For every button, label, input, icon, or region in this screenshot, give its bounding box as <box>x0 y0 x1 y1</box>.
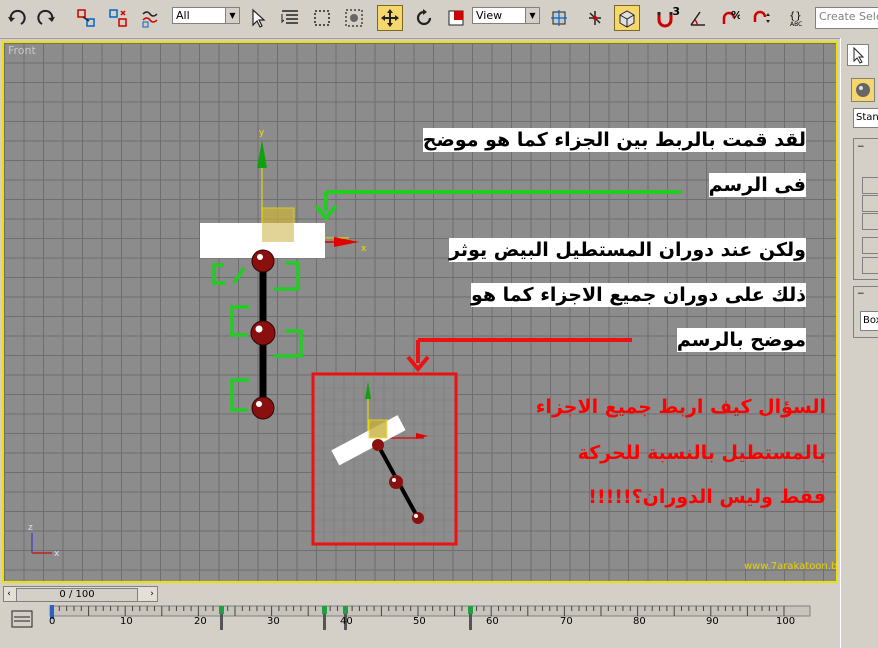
track-bar[interactable]: 0 10 20 30 40 50 60 70 80 90 100 <box>0 605 840 648</box>
selection-filter-dropdown[interactable]: All ▼ <box>172 7 240 24</box>
joint-top <box>251 249 275 273</box>
chevron-left-icon[interactable]: ‹ <box>4 587 14 601</box>
question-line-3: فقط وليس الدوران؟!!!!! <box>588 486 826 508</box>
redo-icon[interactable] <box>33 5 59 31</box>
tick-label-20: 20 <box>194 616 207 627</box>
gizmo-axis-y-label: y <box>259 128 265 138</box>
object-name-field[interactable]: Box <box>860 311 878 331</box>
chevron-down-icon: ▼ <box>525 8 539 23</box>
object-button[interactable] <box>862 237 878 254</box>
tick-label-70: 70 <box>560 616 573 627</box>
undo-icon[interactable] <box>4 5 30 31</box>
object-type-dropdown[interactable]: Stan <box>853 108 878 128</box>
blog-watermark: www.7arakatoon.blo <box>744 561 838 572</box>
named-selection-placeholder: Create Selec <box>819 10 878 23</box>
joint-middle <box>250 320 276 346</box>
front-viewport[interactable]: Front y x z x لقد قمت بالربط بين الجزاء … <box>2 41 838 583</box>
question-line-2: بالمستطيل بالنسبة للحركة <box>577 442 826 464</box>
object-button[interactable] <box>862 195 878 212</box>
red-pointer-arrow <box>406 338 632 373</box>
spinner-snap-toggle-icon[interactable] <box>749 5 775 31</box>
rectangular-selection-icon[interactable] <box>309 5 335 31</box>
world-axis-z-label: z <box>28 523 33 533</box>
inset-rotated-example <box>311 372 458 546</box>
bind-to-space-warp-icon[interactable] <box>137 5 163 31</box>
annotation-line-5: موضح بالرسم <box>676 328 806 352</box>
command-panel: Stan − − Box <box>840 38 878 648</box>
select-and-rotate-icon[interactable] <box>411 5 437 31</box>
tick-label-30: 30 <box>267 616 280 627</box>
tick-label-80: 80 <box>633 616 646 627</box>
reference-coordinate-value: View <box>476 9 503 22</box>
select-and-link-icon[interactable] <box>73 5 99 31</box>
geometry-category-icon[interactable] <box>851 78 875 102</box>
annotation-line-3: ولكن عند دوران المستطيل البيض يوثر <box>449 238 806 262</box>
object-type-rollout: − <box>853 138 878 280</box>
bone-chain <box>250 249 276 420</box>
select-and-move-icon[interactable] <box>377 5 403 31</box>
world-axis-x-label: x <box>54 549 60 559</box>
joint-bottom <box>251 396 275 420</box>
annotation-line-4: ذلك على دوران جميع الاجزاء كما هو <box>470 283 806 307</box>
time-slider-thumb[interactable]: 0 / 100 <box>16 588 138 602</box>
percent-snap-toggle-icon[interactable]: % <box>717 5 743 31</box>
object-button[interactable] <box>862 257 878 274</box>
tick-label-50: 50 <box>413 616 426 627</box>
angle-snap-toggle-icon[interactable] <box>685 5 711 31</box>
annotation-line-1: لقد قمت بالربط بين الجزاء كما هو موضح <box>422 128 806 152</box>
tick-label-60: 60 <box>486 616 499 627</box>
use-pivot-center-icon[interactable] <box>546 5 572 31</box>
tick-label-100: 100 <box>776 616 796 627</box>
select-and-manipulate-icon[interactable] <box>582 5 608 31</box>
object-button[interactable] <box>862 177 878 194</box>
chevron-right-icon[interactable]: › <box>147 587 157 601</box>
time-slider-bar: ‹ 0 / 100 › <box>0 585 840 605</box>
track-tick-labels: 0 10 20 30 40 50 60 70 80 90 100 <box>0 605 840 635</box>
tick-label-40: 40 <box>340 616 353 627</box>
select-and-scale-icon[interactable] <box>443 5 469 31</box>
tick-label-0: 0 <box>49 616 56 627</box>
rollout-collapse-icon[interactable]: − <box>857 142 865 152</box>
unlink-selection-icon[interactable] <box>105 5 131 31</box>
snap-dimension-label: 3 <box>672 5 680 18</box>
time-slider[interactable]: ‹ 0 / 100 › <box>3 586 158 602</box>
green-pointer-arrow <box>314 190 682 222</box>
tick-label-10: 10 <box>120 616 133 627</box>
chevron-down-icon: ▼ <box>225 8 239 23</box>
edit-named-selection-icon[interactable]: {} ABC <box>785 5 811 31</box>
world-axis-tripod <box>31 533 52 554</box>
snaps-toggle-icon[interactable]: 3 <box>650 5 680 31</box>
reference-coordinate-dropdown[interactable]: View ▼ <box>472 7 540 24</box>
object-button[interactable] <box>862 213 878 230</box>
question-line-1: السؤال كيف اربط جميع الاجزاء <box>535 396 826 418</box>
rollout-collapse-icon[interactable]: − <box>857 289 865 299</box>
annotation-line-2: فى الرسم <box>708 173 806 197</box>
select-by-name-icon[interactable] <box>277 5 303 31</box>
tick-label-90: 90 <box>706 616 719 627</box>
create-tab-icon[interactable] <box>847 44 869 66</box>
main-toolbar: All ▼ View ▼ 3 % <box>0 0 878 39</box>
svg-text:ABC: ABC <box>790 21 802 28</box>
svg-text:%: % <box>731 9 740 22</box>
window-crossing-icon[interactable] <box>341 5 367 31</box>
select-object-icon[interactable] <box>245 5 271 31</box>
gizmo-axis-x-label: x <box>361 244 367 254</box>
named-selection-set-field[interactable]: Create Selec <box>815 7 878 29</box>
keyboard-shortcut-override-icon[interactable] <box>614 5 640 31</box>
name-and-color-rollout: − Box <box>853 286 878 338</box>
selection-filter-value: All <box>176 9 190 22</box>
